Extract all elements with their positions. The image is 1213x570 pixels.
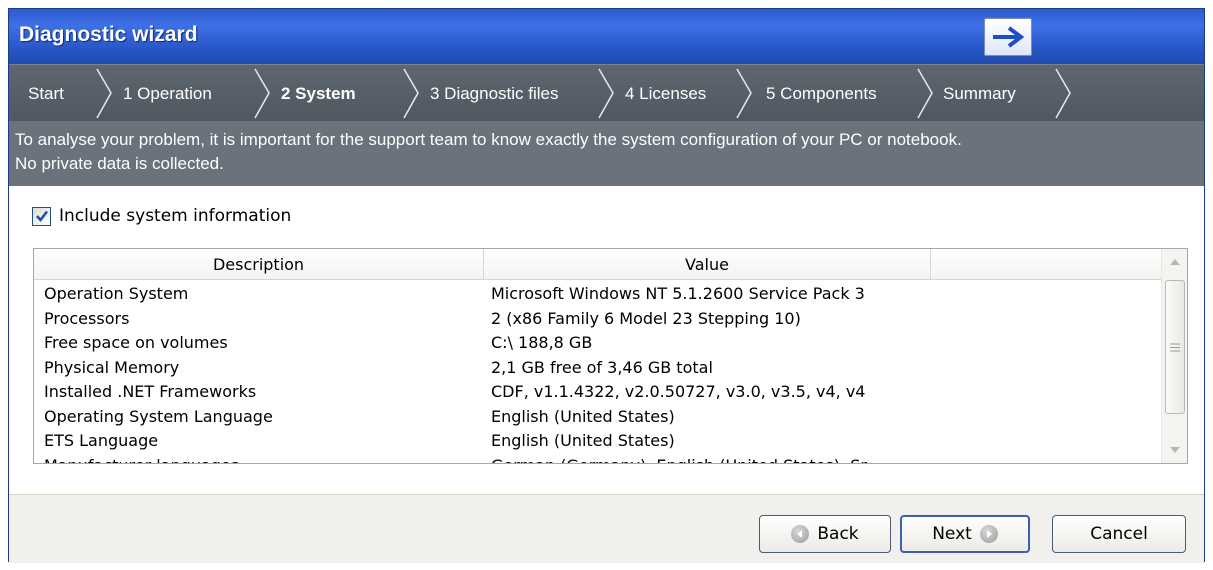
step-breadcrumb: Start 1 Operation 2 System 3 Diagnostic …: [9, 64, 1204, 121]
cell-value: CDF, v1.1.4322, v2.0.50727, v3.0, v3.5, …: [491, 382, 866, 401]
content-area: Include system information Description V…: [9, 186, 1204, 494]
include-system-info-row[interactable]: Include system information: [32, 206, 291, 226]
info-text-line2: No private data is collected.: [15, 154, 224, 173]
next-button[interactable]: Next: [900, 515, 1030, 553]
cell-value: German (Germany), English (United States…: [491, 456, 931, 464]
table-row[interactable]: Operation System Microsoft Windows NT 5.1…: [44, 284, 1154, 309]
cell-value: English (United States): [491, 406, 675, 426]
table-row[interactable]: Manufacturer languagesGerman (Germany), …: [44, 456, 1154, 464]
triangle-down-icon: [1170, 447, 1180, 453]
cell-description: Manufacturer languages: [44, 456, 491, 464]
chevron-separator: [254, 68, 270, 119]
step-system[interactable]: 2 System: [281, 65, 356, 122]
cell-value: C:\ 188,8 GB: [491, 333, 593, 352]
cell-description: Operation System: [44, 284, 189, 303]
table-row[interactable]: ETS Language English (United States): [44, 431, 1154, 456]
step-licenses[interactable]: 4 Licenses: [625, 65, 706, 122]
back-button[interactable]: Back: [759, 515, 891, 553]
info-text-line1: To analyse your problem, it is important…: [15, 130, 962, 149]
triangle-up-icon: [1170, 259, 1180, 265]
chevron-separator: [96, 68, 112, 119]
chevron-separator: [403, 68, 419, 119]
step-label: Start: [28, 83, 64, 103]
column-header-label: Value: [685, 255, 729, 274]
step-components[interactable]: 5 Components: [766, 65, 877, 122]
include-system-info-label: Include system information: [59, 206, 292, 226]
circle-arrow-right-icon: [979, 525, 998, 543]
table-row[interactable]: Operating System Language English (United…: [44, 407, 1154, 432]
chevron-separator: [598, 68, 614, 119]
grip-icon: [1170, 343, 1180, 351]
cell-description: Operating System Language: [44, 406, 273, 426]
arrow-right-icon: [993, 26, 1025, 48]
next-button-label: Next: [932, 524, 972, 544]
cell-value: English (United States): [491, 431, 675, 450]
cell-value: 2 (x86 Family 6 Model 23 Stepping 10): [491, 308, 801, 328]
step-label: 1 Operation: [123, 83, 212, 103]
cancel-button-label: Cancel: [1090, 524, 1148, 544]
table-body: Operation System Microsoft Windows NT 5.1…: [44, 284, 1154, 464]
cell-description: Physical Memory: [44, 357, 180, 377]
scroll-up-button[interactable]: [1162, 249, 1187, 275]
system-info-table[interactable]: Description Value Operation System Micros…: [33, 248, 1188, 464]
cell-description: Free space on volumes: [44, 333, 228, 352]
step-diagnostic-files[interactable]: 3 Diagnostic files: [430, 65, 559, 122]
column-header-label: Description: [212, 255, 305, 274]
step-label: 3 Diagnostic files: [430, 83, 559, 103]
cell-description: ETS Language: [44, 431, 159, 450]
include-system-info-checkbox[interactable]: [32, 206, 51, 226]
info-panel: To analyse your problem, it is important…: [9, 121, 1204, 186]
column-header-value[interactable]: Value: [484, 249, 931, 280]
step-operation[interactable]: 1 Operation: [123, 65, 212, 122]
checkmark-icon: [35, 210, 48, 223]
back-button-label: Back: [817, 524, 859, 544]
forward-button[interactable]: [984, 18, 1032, 56]
scroll-thumb[interactable]: [1165, 280, 1185, 414]
step-label: 5 Components: [766, 83, 877, 103]
cell-description: Installed .NET Frameworks: [44, 382, 257, 401]
cell-description: Processors: [44, 308, 130, 328]
table-row[interactable]: Installed .NET Frameworks CDF, v1.1.4322,…: [44, 382, 1154, 407]
vertical-scrollbar[interactable]: [1161, 249, 1187, 463]
table-row[interactable]: Physical Memory 2,1 GB free of 3,46 GB to…: [44, 358, 1154, 383]
title-bar: Diagnostic wizard: [9, 9, 1204, 64]
table-row[interactable]: Processors 2 (x86 Family 6 Model 23 Stepp…: [44, 309, 1154, 334]
circle-arrow-left-icon: [791, 525, 810, 543]
window-title: Diagnostic wizard: [19, 23, 198, 46]
cell-value: 2,1 GB free of 3,46 GB total: [491, 357, 713, 377]
step-label: 2 System: [281, 83, 356, 103]
table-row[interactable]: Free space on volumes C:\ 188,8 GB: [44, 333, 1154, 358]
column-header-description[interactable]: Description: [34, 249, 484, 280]
scroll-down-button[interactable]: [1162, 437, 1187, 463]
wizard-window: Diagnostic wizard Start 1 Operation 2 Sy…: [8, 8, 1205, 563]
chevron-separator: [917, 68, 933, 119]
column-header-empty: [931, 249, 1162, 280]
step-label: Summary: [943, 83, 1016, 103]
step-start[interactable]: Start: [28, 65, 64, 122]
table-header: Description Value: [34, 249, 1162, 280]
step-summary[interactable]: Summary: [943, 65, 1016, 122]
chevron-separator: [1055, 68, 1071, 119]
step-label: 4 Licenses: [625, 83, 707, 103]
button-bar: Back Next Cancel: [9, 494, 1204, 563]
cell-value: Microsoft Windows NT 5.1.2600 Service Pa…: [491, 284, 865, 303]
chevron-separator: [736, 68, 752, 119]
cancel-button[interactable]: Cancel: [1052, 515, 1186, 553]
